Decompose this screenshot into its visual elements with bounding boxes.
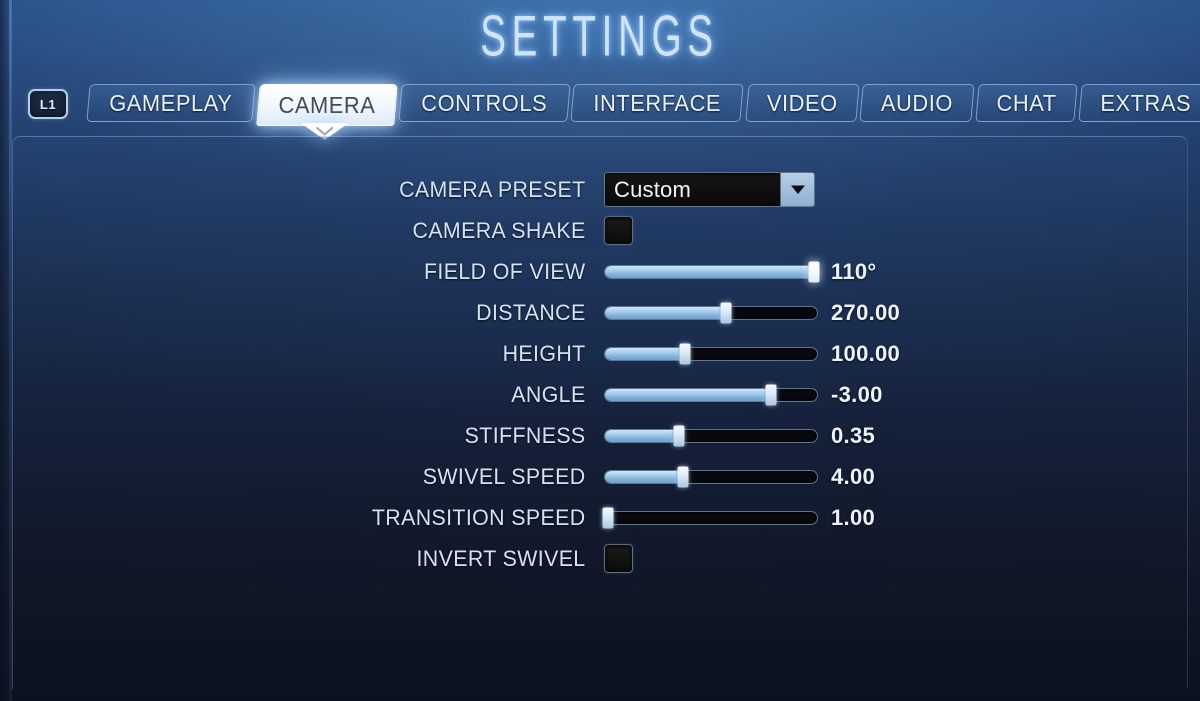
setting-label: CAMERA PRESET: [399, 176, 586, 202]
setting-label: HEIGHT: [502, 340, 586, 366]
tab-gameplay[interactable]: GAMEPLAY: [86, 84, 256, 122]
dropdown-selected-value: Custom: [614, 176, 691, 202]
tab-label: GAMEPLAY: [109, 89, 233, 116]
setting-label: INVERT SWIVEL: [416, 545, 586, 571]
slider-value: 0.35: [831, 422, 876, 448]
slider-value: -3.00: [831, 381, 883, 407]
setting-row: STIFFNESS 0.35: [13, 415, 1189, 456]
slider-value: 4.00: [831, 463, 876, 489]
slider-fill: [605, 265, 813, 278]
slider-stiffness[interactable]: [604, 425, 818, 446]
slider-angle[interactable]: [604, 384, 818, 405]
slider-track[interactable]: [604, 346, 818, 361]
tab-camera[interactable]: CAMERA: [255, 84, 398, 140]
slider-handle[interactable]: [679, 343, 691, 364]
setting-row: HEIGHT 100.00: [13, 333, 1189, 374]
slider-handle[interactable]: [602, 507, 614, 528]
slider-field-of-view[interactable]: [604, 261, 820, 282]
slider-transition-speed[interactable]: [602, 507, 818, 528]
tab-label: CHAT: [996, 89, 1057, 116]
slider-track[interactable]: [604, 264, 818, 279]
tab-label: EXTRAS: [1100, 89, 1192, 116]
slider-track[interactable]: [604, 510, 818, 525]
tab-bar: L1 GAMEPLAY CAMERA CONTROLS INTERFACE VIDEO A…: [0, 84, 1200, 140]
camera-preset-dropdown[interactable]: Custom: [604, 172, 815, 207]
slider-fill: [605, 347, 686, 360]
slider-distance[interactable]: [604, 302, 818, 323]
tab-label: CONTROLS: [420, 89, 547, 116]
checkbox-camera-shake[interactable]: [604, 216, 633, 245]
chevron-down-icon: [315, 127, 333, 136]
slider-height[interactable]: [604, 343, 818, 364]
slider-handle[interactable]: [673, 425, 685, 446]
slider-fill: [605, 429, 680, 442]
shoulder-button-l1[interactable]: L1: [28, 89, 68, 119]
setting-label: ANGLE: [511, 381, 586, 407]
checkbox-invert-swivel[interactable]: [604, 544, 633, 573]
setting-row: DISTANCE 270.00: [13, 292, 1189, 333]
tab-video[interactable]: VIDEO: [745, 84, 859, 122]
setting-row: FIELD OF VIEW 110°: [13, 251, 1189, 292]
slider-track[interactable]: [604, 428, 818, 443]
slider-value: 270.00: [831, 299, 901, 325]
tab-chat[interactable]: CHAT: [975, 84, 1079, 122]
tab-label: AUDIO: [881, 89, 954, 116]
setting-label: FIELD OF VIEW: [424, 258, 586, 284]
setting-row: TRANSITION SPEED 1.00: [13, 497, 1189, 538]
tab-controls[interactable]: CONTROLS: [397, 84, 570, 122]
settings-rows: CAMERA PRESET Custom CAMERA SHAKE FIELD OF …: [13, 169, 1189, 579]
setting-control: -3.00: [604, 382, 1189, 408]
slider-value: 110°: [831, 258, 877, 284]
tab-list: GAMEPLAY CAMERA CONTROLS INTERFACE VIDEO AUDI…: [86, 84, 1200, 140]
setting-label: SWIVEL SPEED: [422, 463, 586, 489]
setting-label: DISTANCE: [476, 299, 586, 325]
settings-screen: SETTINGS L1 GAMEPLAY CAMERA CONTROLS INTERF…: [0, 0, 1200, 701]
slider-track[interactable]: [604, 305, 818, 320]
tab-extras[interactable]: EXTRAS: [1078, 84, 1200, 122]
setting-control: [604, 544, 1189, 573]
tab-label: INTERFACE: [593, 89, 722, 116]
page-title: SETTINGS: [480, 2, 720, 68]
slider-fill: [605, 306, 726, 319]
setting-control: [604, 216, 1189, 245]
slider-track[interactable]: [604, 469, 818, 484]
tab-label: VIDEO: [766, 89, 838, 116]
setting-control: 270.00: [604, 300, 1189, 326]
slider-fill: [605, 388, 771, 401]
slider-track[interactable]: [604, 387, 818, 402]
slider-value: 100.00: [831, 340, 901, 366]
setting-control: 1.00: [602, 504, 1189, 531]
setting-label: STIFFNESS: [464, 422, 586, 448]
slider-handle[interactable]: [808, 261, 820, 282]
setting-row: CAMERA PRESET Custom: [13, 169, 1189, 210]
setting-control: 4.00: [604, 464, 1189, 490]
setting-row: CAMERA SHAKE: [13, 210, 1189, 251]
tab-interface[interactable]: INTERFACE: [570, 84, 745, 122]
slider-handle[interactable]: [720, 302, 732, 323]
tab-label: CAMERA: [278, 91, 376, 118]
chevron-down-icon[interactable]: [780, 173, 814, 206]
setting-label: CAMERA SHAKE: [412, 217, 586, 243]
settings-panel: CAMERA PRESET Custom CAMERA SHAKE FIELD OF …: [12, 136, 1188, 689]
setting-control: Custom: [604, 172, 1189, 207]
slider-swivel-speed[interactable]: [604, 466, 818, 487]
setting-control: 110°: [604, 259, 1189, 285]
title-bar: SETTINGS: [0, 0, 1200, 70]
setting-control: 100.00: [604, 341, 1189, 367]
setting-row: INVERT SWIVEL: [13, 538, 1189, 579]
slider-handle[interactable]: [765, 384, 777, 405]
slider-fill: [605, 470, 684, 483]
tab-audio[interactable]: AUDIO: [859, 84, 975, 122]
slider-handle[interactable]: [677, 466, 689, 487]
setting-control: 0.35: [604, 423, 1189, 449]
setting-row: SWIVEL SPEED 4.00: [13, 456, 1189, 497]
setting-row: ANGLE -3.00: [13, 374, 1189, 415]
setting-label: TRANSITION SPEED: [371, 504, 586, 530]
slider-value: 1.00: [831, 504, 876, 530]
